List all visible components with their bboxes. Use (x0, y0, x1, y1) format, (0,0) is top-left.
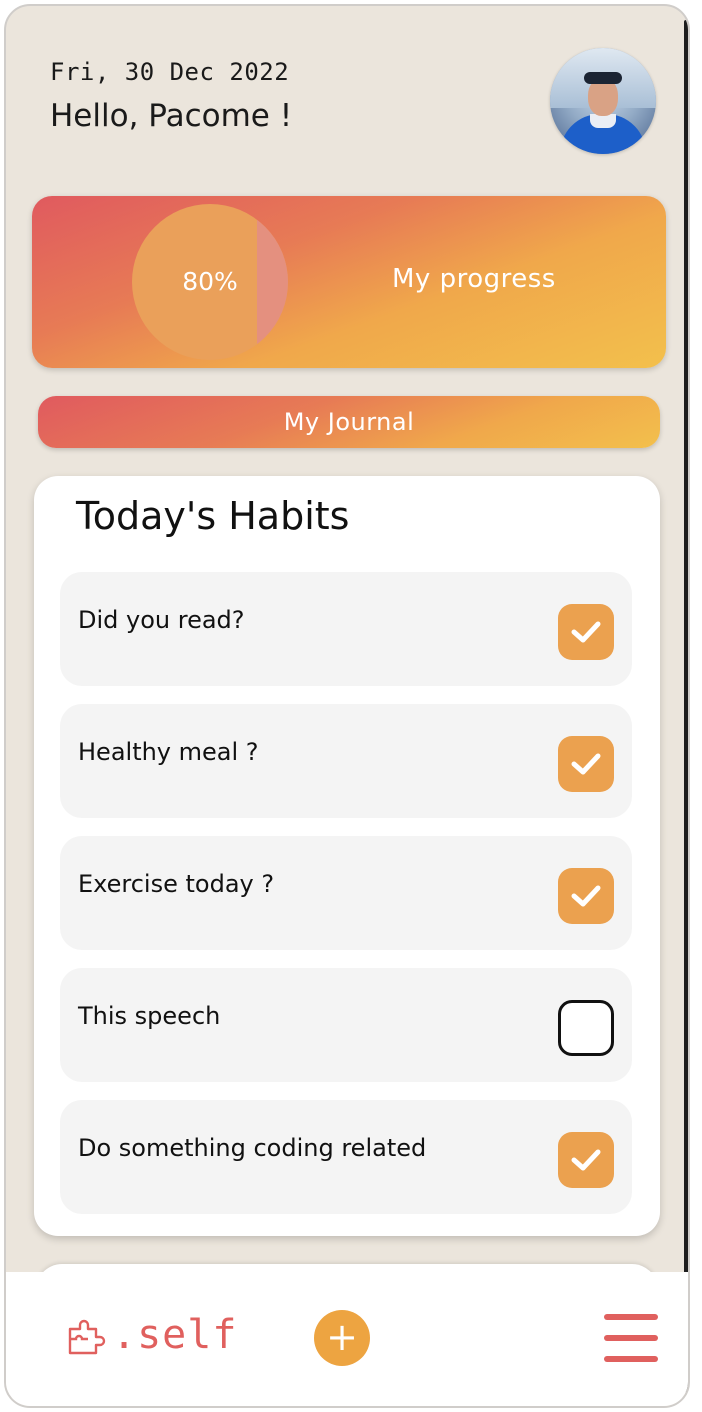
progress-card[interactable]: 80% My progress (32, 196, 666, 368)
habit-label: Do something coding related (78, 1134, 427, 1162)
avatar-goggles (584, 72, 622, 84)
current-date: Fri, 30 Dec 2022 (50, 58, 290, 86)
journal-button[interactable]: My Journal (38, 396, 660, 448)
check-icon (571, 885, 601, 907)
check-icon (571, 621, 601, 643)
habit-label: Did you read? (78, 606, 245, 634)
phone-edge (684, 20, 688, 1392)
greeting: Hello, Pacome ! (50, 98, 293, 134)
habit-label: Healthy meal ? (78, 738, 259, 766)
habit-item[interactable]: Did you read? (60, 572, 632, 686)
habit-checkbox[interactable] (558, 1000, 614, 1056)
check-icon (571, 753, 601, 775)
habits-card: Today's Habits Did you read? Healthy mea… (34, 476, 660, 1236)
puzzle-icon (68, 1319, 106, 1355)
phone-frame: Fri, 30 Dec 2022 Hello, Pacome ! 80% My … (4, 4, 690, 1408)
habits-title: Today's Habits (76, 494, 350, 538)
avatar[interactable] (550, 48, 656, 154)
hamburger-menu-icon[interactable] (604, 1314, 658, 1362)
habit-item[interactable]: Healthy meal ? (60, 704, 632, 818)
add-button[interactable]: + (314, 1310, 370, 1366)
habit-item[interactable]: Do something coding related (60, 1100, 632, 1214)
plus-icon: + (326, 1315, 358, 1359)
habit-checkbox[interactable] (558, 1132, 614, 1188)
habit-label: This speech (78, 1002, 221, 1030)
habit-label: Exercise today ? (78, 870, 275, 898)
habit-checkbox[interactable] (558, 868, 614, 924)
habit-item[interactable]: Exercise today ? (60, 836, 632, 950)
avatar-collar (590, 114, 616, 128)
bottom-navigation: .self + (6, 1272, 688, 1406)
habit-checkbox[interactable] (558, 604, 614, 660)
habit-checkbox[interactable] (558, 736, 614, 792)
logo-text: .self (112, 1312, 238, 1358)
progress-percent: 80% (182, 267, 238, 296)
habit-item[interactable]: This speech (60, 968, 632, 1082)
app-logo[interactable]: .self (66, 1308, 237, 1362)
progress-label: My progress (392, 264, 556, 294)
progress-ring: 80% (132, 204, 288, 360)
check-icon (571, 1149, 601, 1171)
